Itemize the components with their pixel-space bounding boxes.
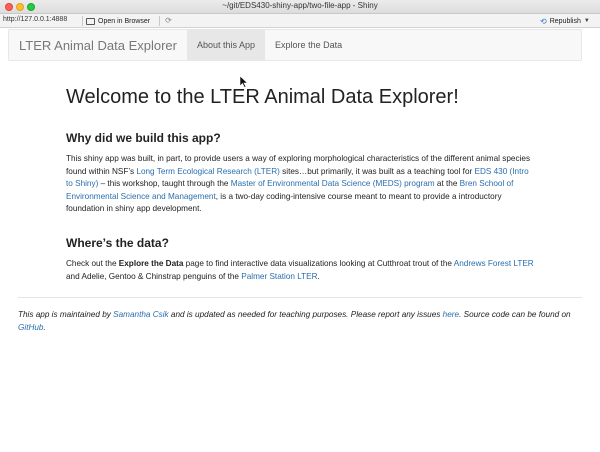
lter-link[interactable]: Long Term Ecological Research (LTER) xyxy=(136,167,280,176)
report-issues-link[interactable]: here xyxy=(443,310,459,319)
where-paragraph: Check out the Explore the Data page to f… xyxy=(66,259,534,281)
tab-about-this-app[interactable]: About this App xyxy=(187,30,266,60)
where-heading: Where’s the data? xyxy=(66,236,169,250)
about-page-content: Welcome to the LTER Animal Data Explorer… xyxy=(66,86,536,216)
where-section: Where’s the data? Check out the Explore … xyxy=(66,236,536,283)
republish-label: Republish xyxy=(549,17,581,25)
open-in-browser-button[interactable]: Open in Browser xyxy=(86,15,150,27)
browser-window-icon xyxy=(86,17,95,25)
palmer-station-link[interactable]: Palmer Station LTER xyxy=(241,272,317,281)
republish-button[interactable]: ⟲ Republish ▼ xyxy=(540,15,590,27)
samantha-csik-link[interactable]: Samantha Csik xyxy=(113,310,169,319)
github-link[interactable]: GitHub xyxy=(18,323,43,332)
navbar-brand[interactable]: LTER Animal Data Explorer xyxy=(9,30,187,60)
url-text[interactable]: http://127.0.0.1:4888 xyxy=(3,16,67,23)
toolbar-divider xyxy=(82,16,83,26)
why-paragraph: This shiny app was built, in part, to pr… xyxy=(66,154,531,213)
meds-link[interactable]: Master of Environmental Data Science (ME… xyxy=(231,179,435,188)
toolbar-divider xyxy=(159,16,160,26)
tab-explore-the-data[interactable]: Explore the Data xyxy=(265,30,352,60)
open-in-browser-label: Open in Browser xyxy=(98,17,151,25)
chevron-down-icon: ▼ xyxy=(583,18,590,24)
explore-the-data-bold: Explore the Data xyxy=(118,259,184,268)
window-titlebar: ~/git/EDS430-shiny-app/two-file-app - Sh… xyxy=(0,0,600,14)
andrews-forest-link[interactable]: Andrews Forest LTER xyxy=(454,259,534,268)
viewer-toolbar: http://127.0.0.1:4888 Open in Browser ⟳ … xyxy=(0,14,600,28)
footer-text: This app is maintained by Samantha Csik … xyxy=(18,310,571,332)
page-title: Welcome to the LTER Animal Data Explorer… xyxy=(66,86,459,108)
refresh-icon[interactable]: ⟳ xyxy=(164,16,173,25)
app-navbar: LTER Animal Data Explorer About this App… xyxy=(8,29,582,61)
why-heading: Why did we build this app? xyxy=(66,131,221,145)
footer-divider xyxy=(18,297,582,298)
republish-icon: ⟲ xyxy=(540,16,547,26)
window-title: ~/git/EDS430-shiny-app/two-file-app - Sh… xyxy=(222,1,378,10)
